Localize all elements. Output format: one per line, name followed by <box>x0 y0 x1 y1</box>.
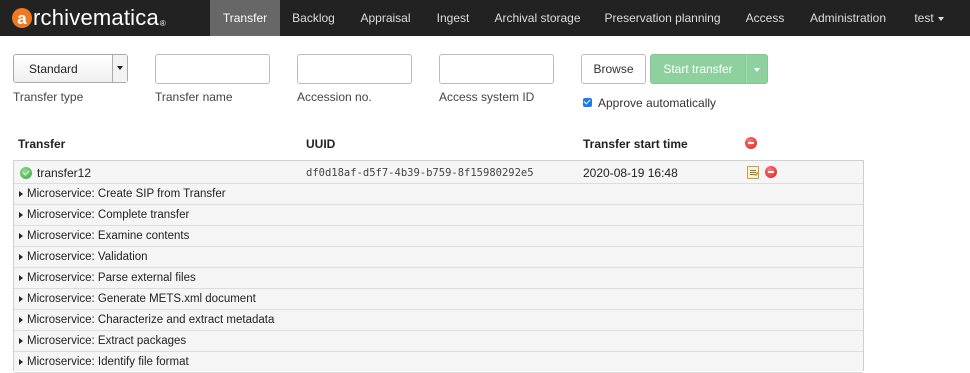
transfer-type-select[interactable]: Standard <box>13 54 128 83</box>
microservice-label: Microservice: Validation <box>27 251 148 263</box>
report-icon[interactable] <box>747 166 759 179</box>
column-header-uuid: UUID <box>306 137 336 151</box>
microservice-label: Microservice: Characterize and extract m… <box>27 314 275 326</box>
approve-automatically-checkbox[interactable] <box>583 98 592 107</box>
top-navbar: a rchivematica ® Transfer Backlog Apprai… <box>0 0 970 36</box>
archivematica-logo[interactable]: a rchivematica ® <box>12 4 166 32</box>
remove-all-icon[interactable] <box>745 137 757 149</box>
start-transfer-dropdown-toggle[interactable] <box>746 54 768 84</box>
microservice-label: Microservice: Generate METS.xml document <box>27 293 256 305</box>
expand-arrow-icon <box>19 191 23 197</box>
nav-appraisal[interactable]: Appraisal <box>347 0 424 36</box>
microservice-row[interactable]: Microservice: Extract packages <box>14 331 863 352</box>
remove-transfer-icon[interactable] <box>765 166 777 178</box>
nav-archival-storage[interactable]: Archival storage <box>482 0 593 36</box>
microservice-row[interactable]: Microservice: Create SIP from Transfer <box>14 184 863 205</box>
expand-arrow-icon <box>19 338 23 344</box>
transfer-uuid: df0d18af-d5f7-4b39-b759-8f15980292e5 <box>306 167 534 179</box>
expand-arrow-icon <box>19 233 23 239</box>
transfer-name: transfer12 <box>37 166 92 180</box>
nav-backlog[interactable]: Backlog <box>280 0 347 36</box>
transfer-type-value: Standard <box>29 62 78 76</box>
chevron-down-icon <box>937 16 944 21</box>
logo-letter-a: a <box>12 8 32 28</box>
expand-arrow-icon <box>19 275 23 281</box>
transfer-row[interactable]: transfer12 df0d18af-d5f7-4b39-b759-8f159… <box>14 161 863 184</box>
microservice-row[interactable]: Microservice: Complete transfer <box>14 205 863 226</box>
transfer-table: transfer12 df0d18af-d5f7-4b39-b759-8f159… <box>13 160 864 373</box>
microservice-row[interactable]: Microservice: Characterize and extract m… <box>14 310 863 331</box>
nav-preservation-planning[interactable]: Preservation planning <box>593 0 732 36</box>
approve-automatically-label[interactable]: Approve automatically <box>598 96 716 110</box>
transfer-type-label: Transfer type <box>13 90 84 104</box>
transfer-start-time: 2020-08-19 16:48 <box>583 166 678 180</box>
transfer-name-label: Transfer name <box>155 90 233 104</box>
browse-button[interactable]: Browse <box>581 54 646 84</box>
accession-number-label: Accession no. <box>297 90 372 104</box>
transfer-name-input[interactable] <box>155 54 270 84</box>
column-header-start-time: Transfer start time <box>583 137 688 151</box>
expand-arrow-icon <box>19 212 23 218</box>
logo-text: rchivematica <box>33 5 159 30</box>
microservice-label: Microservice: Examine contents <box>27 230 190 242</box>
microservice-row[interactable]: Microservice: Parse external files <box>14 268 863 289</box>
microservice-label: Microservice: Identify file format <box>27 356 189 368</box>
microservice-row[interactable]: Microservice: Generate METS.xml document <box>14 289 863 310</box>
user-menu[interactable]: test <box>900 0 958 36</box>
microservice-row[interactable]: Microservice: Examine contents <box>14 226 863 247</box>
accession-number-input[interactable] <box>297 54 412 84</box>
completed-status-icon <box>20 167 32 179</box>
microservice-label: Microservice: Create SIP from Transfer <box>27 188 226 200</box>
column-header-transfer: Transfer <box>18 137 66 151</box>
start-transfer-button[interactable]: Start transfer <box>650 54 746 84</box>
nav-access[interactable]: Access <box>732 0 798 36</box>
microservice-row[interactable]: Microservice: Validation <box>14 247 863 268</box>
access-system-id-label: Access system ID <box>439 90 535 104</box>
select-arrow-icon <box>112 55 127 82</box>
nav-ingest[interactable]: Ingest <box>424 0 482 36</box>
microservice-label: Microservice: Parse external files <box>27 272 196 284</box>
microservice-label: Microservice: Extract packages <box>27 335 187 347</box>
access-system-id-input[interactable] <box>439 54 554 84</box>
microservice-row[interactable]: Microservice: Identify file format <box>14 352 863 373</box>
registered-mark: ® <box>159 18 166 28</box>
expand-arrow-icon <box>19 317 23 323</box>
expand-arrow-icon <box>19 296 23 302</box>
nav-transfer[interactable]: Transfer <box>210 0 280 36</box>
microservice-label: Microservice: Complete transfer <box>27 209 190 221</box>
nav-administration[interactable]: Administration <box>798 0 898 36</box>
user-name: test <box>914 11 934 25</box>
expand-arrow-icon <box>19 359 23 365</box>
expand-arrow-icon <box>19 254 23 260</box>
